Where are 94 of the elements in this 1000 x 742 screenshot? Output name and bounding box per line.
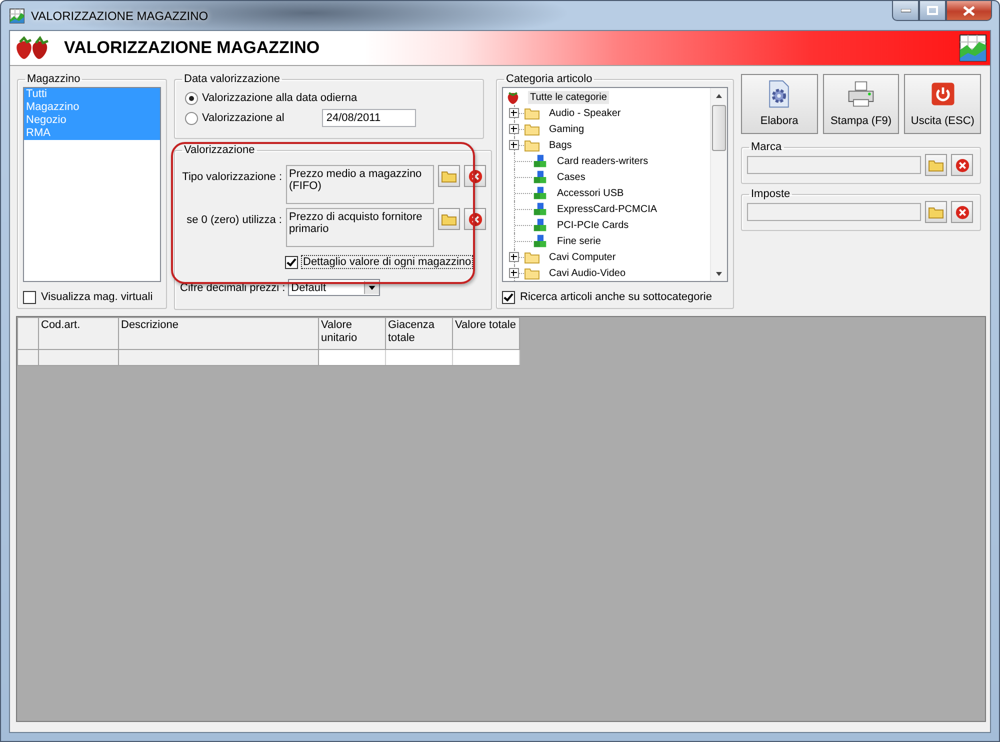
folder-icon <box>441 169 457 183</box>
cubes-icon <box>532 202 548 216</box>
column-header[interactable]: Valore totale <box>452 318 520 350</box>
column-header[interactable]: Cod.art. <box>38 318 118 350</box>
column-header[interactable]: Descrizione <box>118 318 318 350</box>
strawberry-icon <box>505 90 521 104</box>
date-field[interactable]: 24/08/2011 <box>322 109 416 127</box>
clear-button[interactable] <box>464 165 486 187</box>
maximize-icon <box>927 6 938 15</box>
tree-item[interactable]: Audio - Speaker <box>547 106 623 120</box>
browse-button[interactable] <box>925 201 947 223</box>
checkbox[interactable] <box>23 290 36 304</box>
column-header[interactable]: Giacenza totale <box>386 318 452 350</box>
x-circle-icon <box>468 168 482 184</box>
tree-item[interactable]: Cavi Audio-Video <box>547 266 628 280</box>
minimize-icon <box>900 8 910 12</box>
value-field: Prezzo medio a magazzino (FIFO) <box>286 165 434 204</box>
tree-item[interactable]: ExpressCard-PCMCIA <box>555 202 660 216</box>
window-title: VALORIZZAZIONE MAGAZZINO <box>31 9 208 23</box>
maximize-button[interactable] <box>919 1 946 21</box>
group-title: Magazzino <box>27 73 80 85</box>
group-title: Marca <box>751 141 782 153</box>
group-title: Valorizzazione <box>184 144 255 156</box>
expand-toggle[interactable] <box>509 252 519 262</box>
radio-label: Valorizzazione alla data odierna <box>202 92 358 104</box>
tree-item[interactable]: Bags <box>547 138 574 152</box>
table-cell <box>386 350 452 366</box>
clear-button[interactable] <box>951 154 973 176</box>
radio-button[interactable] <box>185 112 198 124</box>
group-title: Imposte <box>751 188 790 200</box>
filter-field[interactable] <box>747 203 921 221</box>
print-button[interactable]: Stampa (F9) <box>822 74 900 134</box>
close-icon <box>963 6 975 16</box>
tree-item[interactable]: Card readers-writers <box>555 154 650 168</box>
folder-icon <box>441 212 457 226</box>
cubes-icon <box>532 154 548 168</box>
scroll-thumb[interactable] <box>712 105 726 151</box>
folder-icon <box>928 205 944 219</box>
checkbox[interactable] <box>285 256 298 268</box>
process-button[interactable]: Elabora <box>741 74 818 134</box>
group-title: Categoria articolo <box>506 73 592 85</box>
filter-field[interactable] <box>747 156 921 174</box>
exit-button[interactable]: Uscita (ESC) <box>904 74 982 134</box>
clear-button[interactable] <box>464 208 486 230</box>
minimize-button[interactable] <box>892 1 919 21</box>
field-label: Tipo valorizzazione : <box>181 170 282 183</box>
chart-icon <box>959 34 987 62</box>
close-button[interactable] <box>946 1 992 21</box>
cubes-icon <box>532 186 548 200</box>
browse-button[interactable] <box>438 165 460 187</box>
cubes-icon <box>532 218 548 232</box>
checkbox-label: Ricerca articoli anche su sottocategorie <box>520 291 712 303</box>
field-label: se 0 (zero) utilizza : <box>186 213 282 226</box>
scroll-down-icon <box>715 271 723 277</box>
tree-item[interactable]: Tutte le categorie <box>528 90 609 104</box>
tree-item[interactable]: Accessori USB <box>555 186 626 200</box>
folder-icon <box>524 250 540 264</box>
column-header[interactable]: Valore unitario <box>318 318 386 350</box>
checkbox-label: Dettaglio valore di ogni magazzino <box>301 255 474 269</box>
table-cell <box>318 350 386 366</box>
printer-icon <box>846 79 876 109</box>
expand-toggle[interactable] <box>509 140 519 150</box>
tree-item[interactable]: Fine serie <box>555 234 603 248</box>
tree-item[interactable]: Gaming <box>547 122 586 136</box>
radio-label: Valorizzazione al <box>202 112 284 124</box>
tree-item[interactable]: Cavi Computer <box>547 250 618 264</box>
x-circle-icon <box>954 204 970 220</box>
page-title: VALORIZZAZIONE MAGAZZINO <box>64 38 320 58</box>
tree-item[interactable]: PCI-PCIe Cards <box>555 218 631 232</box>
clear-button[interactable] <box>951 201 973 223</box>
radio-button[interactable] <box>185 92 198 104</box>
checkbox[interactable] <box>502 290 515 304</box>
expand-toggle[interactable] <box>509 108 519 118</box>
value-field: Prezzo di acquisto fornitore primario <box>286 208 434 247</box>
folder-icon <box>524 138 540 152</box>
cubes-icon <box>532 170 548 184</box>
cubes-icon <box>532 234 548 248</box>
folder-icon <box>928 158 944 172</box>
chart-icon <box>9 8 25 24</box>
tree-item[interactable]: Cases <box>555 170 588 184</box>
x-circle-icon <box>468 212 482 226</box>
expand-toggle[interactable] <box>509 268 519 278</box>
table-cell <box>452 350 520 366</box>
scroll-up-icon <box>715 93 723 99</box>
expand-toggle[interactable] <box>509 124 519 134</box>
checkbox-label: Visualizza mag. virtuali <box>41 291 153 303</box>
browse-button[interactable] <box>925 154 947 176</box>
browse-button[interactable] <box>438 208 460 230</box>
folder-icon <box>524 106 540 120</box>
folder-icon <box>524 122 540 136</box>
folder-icon <box>524 266 540 280</box>
x-circle-icon <box>954 158 970 172</box>
group-title: Data valorizzazione <box>184 73 280 85</box>
scrollbar[interactable] <box>710 88 727 281</box>
